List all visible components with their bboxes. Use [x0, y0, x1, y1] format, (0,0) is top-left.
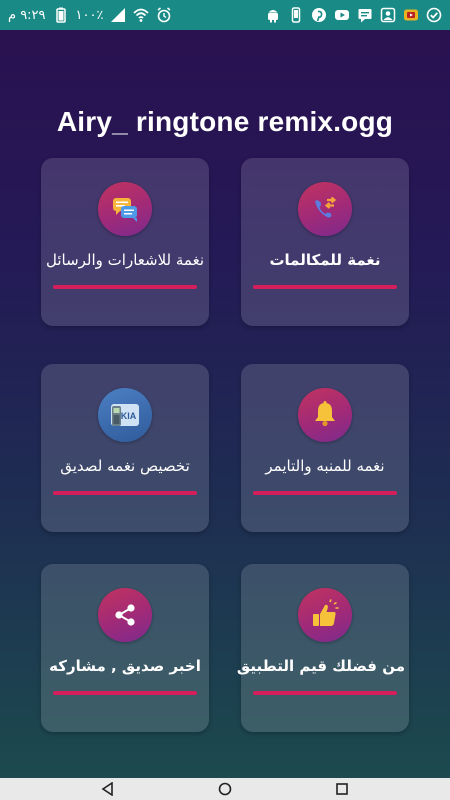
home-icon[interactable] [217, 781, 233, 797]
nokia-phone-icon: OKIA [98, 388, 152, 442]
card-rate-label: من فضلك قيم التطبيق [236, 657, 405, 675]
back-icon[interactable] [100, 781, 116, 797]
navigation-bar [0, 778, 450, 800]
thumbs-up-icon [298, 588, 352, 642]
signal-icon [110, 7, 126, 23]
youtube-icon-2 [403, 7, 419, 23]
android-icon [265, 7, 281, 23]
card-notifications-label: نغمة للاشعارات والرسائل [45, 251, 205, 269]
battery-icon [53, 7, 69, 23]
pinterest-icon [311, 7, 327, 23]
bell-icon [298, 388, 352, 442]
card-notifications-bar [53, 285, 197, 289]
status-left: ٩:٢٩ م ١٠٠٪ [8, 7, 172, 23]
person-icon [380, 7, 396, 23]
card-share-bar [53, 691, 197, 695]
card-share-label: اخبر صديق , مشاركه [49, 657, 201, 675]
card-contact-label: تخصيص نغمه لصديق [60, 457, 190, 475]
alarm-icon [156, 7, 172, 23]
wifi-icon [133, 7, 150, 23]
card-rate-app[interactable]: من فضلك قيم التطبيق [236, 564, 409, 732]
status-time: ٩:٢٩ م [8, 7, 46, 23]
card-contact-ringtone[interactable]: OKIA تخصيص نغمه لصديق [41, 364, 209, 532]
card-share-app[interactable]: اخبر صديق , مشاركه [41, 564, 209, 732]
card-notifications-ringtone[interactable]: نغمة للاشعارات والرسائل [41, 158, 209, 326]
youtube-icon [334, 7, 350, 23]
share-icon [98, 588, 152, 642]
phone-icon [288, 7, 304, 23]
phone-forward-icon [298, 182, 352, 236]
card-alarm-ringtone[interactable]: نغمه للمنبه والتايمر [241, 364, 409, 532]
page-title: Airy_ ringtone remix.ogg [56, 106, 394, 137]
card-calls-label: نغمة للمكالمات [269, 251, 381, 269]
card-contact-bar [53, 491, 197, 495]
card-rate-bar [253, 691, 397, 695]
recents-icon[interactable] [334, 781, 350, 797]
card-alarm-label: نغمه للمنبه والتايمر [265, 457, 385, 475]
card-calls-bar [253, 285, 397, 289]
status-bar: ٩:٢٩ م ١٠٠٪ [0, 0, 450, 30]
main-content: Airy_ ringtone remix.ogg نغمة للمكالمات [0, 30, 450, 778]
battery-percent: ١٠٠٪ [75, 7, 104, 23]
card-calls-ringtone[interactable]: نغمة للمكالمات [241, 158, 409, 326]
check-circle-icon [426, 7, 442, 23]
card-alarm-bar [253, 491, 397, 495]
status-right [265, 7, 442, 23]
messages-icon [98, 182, 152, 236]
chat-icon [357, 7, 373, 23]
